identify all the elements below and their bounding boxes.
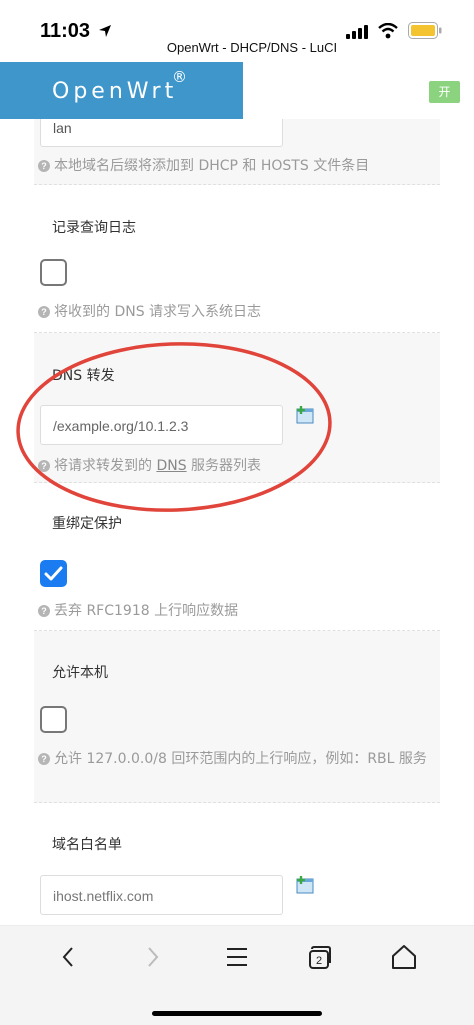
tabs-count: 2 bbox=[316, 955, 322, 967]
forward-icon[interactable] bbox=[137, 942, 167, 972]
add-entry-icon[interactable] bbox=[295, 875, 315, 895]
signal-icon bbox=[346, 25, 368, 39]
help-icon: ? bbox=[38, 306, 50, 318]
menu-icon[interactable] bbox=[222, 942, 252, 972]
log-queries-label: 记录查询日志 bbox=[52, 220, 136, 236]
local-suffix-input[interactable]: lan bbox=[40, 119, 283, 147]
openwrt-header: OpenWrt ® bbox=[0, 62, 474, 119]
allow-localhost-label: 允许本机 bbox=[52, 665, 108, 681]
allow-localhost-hint: ? 允许 127.0.0.0/8 回环范围内的上行响应，例如：RBL 服务 bbox=[38, 748, 434, 770]
status-bar: 11:03 bbox=[0, 0, 474, 42]
local-suffix-row: lan ? 本地域名后缀将添加到 DHCP 和 HOSTS 文件条目 bbox=[34, 119, 440, 185]
battery-icon bbox=[408, 22, 442, 39]
home-indicator[interactable] bbox=[152, 1011, 322, 1016]
browser-page-title: OpenWrt - DHCP/DNS - LuCI bbox=[166, 40, 338, 55]
checkmark-icon bbox=[44, 566, 63, 581]
status-badge[interactable]: 开 bbox=[429, 81, 460, 103]
wifi-icon bbox=[378, 23, 398, 39]
rebind-protection-label: 重绑定保护 bbox=[52, 516, 122, 532]
log-queries-row: 记录查询日志 ? 将收到的 DNS 请求写入系统日志 bbox=[34, 185, 440, 333]
rebind-protection-hint: ? 丢弃 RFC1918 上行响应数据 bbox=[38, 600, 238, 622]
allow-localhost-row: 允许本机 ? 允许 127.0.0.0/8 回环范围内的上行响应，例如：RBL 服… bbox=[34, 631, 440, 803]
allow-localhost-checkbox[interactable] bbox=[40, 706, 67, 733]
rebind-protection-checkbox[interactable] bbox=[40, 560, 67, 587]
brand-text: OpenWrt bbox=[52, 79, 178, 104]
brand-registered-mark: ® bbox=[172, 68, 187, 86]
log-queries-checkbox[interactable] bbox=[40, 259, 67, 286]
log-queries-hint: ? 将收到的 DNS 请求写入系统日志 bbox=[38, 301, 261, 323]
brand-logo[interactable]: OpenWrt ® bbox=[0, 62, 243, 119]
local-suffix-hint: ? 本地域名后缀将添加到 DHCP 和 HOSTS 文件条目 bbox=[38, 155, 369, 177]
back-icon[interactable] bbox=[54, 942, 84, 972]
home-icon[interactable] bbox=[389, 942, 419, 972]
help-icon: ? bbox=[38, 753, 50, 765]
domain-whitelist-row: 域名白名单 ihost.netflix.com bbox=[34, 803, 440, 925]
help-icon: ? bbox=[38, 605, 50, 617]
browser-toolbar: 2 bbox=[0, 925, 474, 1025]
location-arrow-icon bbox=[99, 25, 111, 37]
tabs-icon[interactable]: 2 bbox=[306, 942, 336, 972]
dns-settings-form: lan ? 本地域名后缀将添加到 DHCP 和 HOSTS 文件条目 记录查询日志… bbox=[34, 119, 440, 925]
domain-whitelist-input[interactable]: ihost.netflix.com bbox=[40, 875, 283, 915]
domain-whitelist-label: 域名白名单 bbox=[52, 837, 122, 853]
annotation-ellipse bbox=[16, 342, 332, 512]
help-icon: ? bbox=[38, 160, 50, 172]
